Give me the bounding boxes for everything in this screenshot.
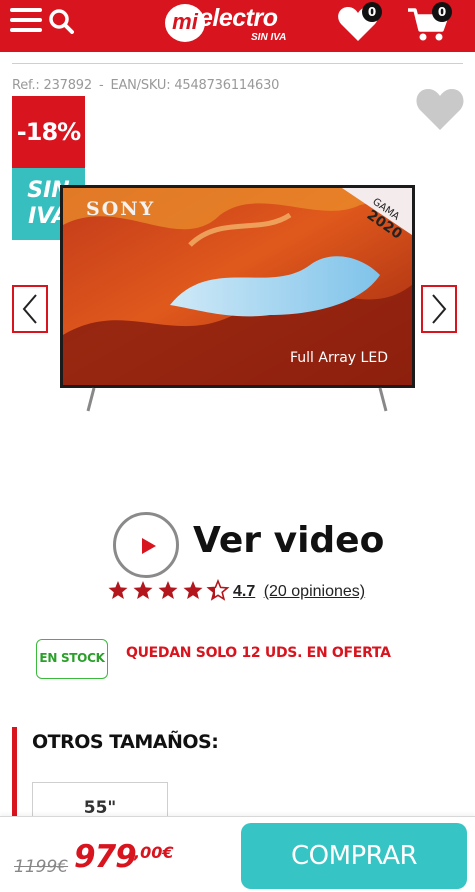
chevron-right-icon [432, 294, 447, 324]
rating-count-link[interactable]: (20 opiniones) [264, 583, 365, 600]
ref-code: Ref.: 237892 [12, 78, 92, 93]
product-reference: Ref.: 237892- EAN/SKU: 4548736114630 [12, 78, 279, 93]
discount-badge: -18% [12, 96, 85, 168]
cart-count-badge: 0 [432, 2, 452, 22]
ean-code: EAN/SKU: 4548736114630 [110, 78, 280, 93]
video-label: Ver video [193, 520, 385, 561]
next-image-button[interactable] [421, 285, 457, 333]
current-price: 979 [74, 839, 137, 875]
search-icon[interactable] [48, 8, 74, 34]
current-price-decimals: ,00€ [134, 843, 174, 862]
logo-subtitle: SIN IVA [251, 32, 287, 43]
wishlist-count-badge: 0 [362, 2, 382, 22]
tv-feature-text: Full Array LED [290, 350, 388, 366]
top-header: mi electro SIN IVA 0 0 [0, 0, 475, 52]
star-icon [183, 581, 203, 599]
sizes-accent-bar [12, 727, 17, 827]
rating-value: 4.7 [233, 583, 256, 600]
logo-word: electro [199, 4, 278, 32]
chevron-left-icon [22, 294, 37, 324]
ref-separator: - [98, 78, 104, 93]
rating-stars [108, 578, 230, 601]
wishlist-button[interactable]: 0 [336, 2, 382, 44]
stock-badge: EN STOCK [36, 639, 108, 679]
video-button[interactable]: Ver video [113, 512, 384, 578]
star-icon [108, 581, 128, 599]
star-icon [133, 581, 153, 599]
divider [12, 63, 463, 64]
buy-button[interactable]: COMPRAR [241, 823, 467, 889]
sizes-title: OTROS TAMAÑOS: [32, 731, 219, 753]
offer-text: QUEDAN SOLO 12 UDS. EN OFERTA [126, 645, 391, 661]
cart-button[interactable]: 0 [406, 2, 454, 44]
favorite-heart-icon[interactable] [414, 86, 466, 132]
play-icon [113, 512, 179, 578]
rating-text[interactable]: 4.7 (20 opiniones) [233, 583, 365, 601]
menu-icon[interactable] [10, 8, 42, 34]
site-logo[interactable]: mi electro SIN IVA [165, 2, 295, 46]
prev-image-button[interactable] [12, 285, 48, 333]
tv-brand-text: SONY [86, 198, 155, 220]
product-image[interactable]: SONY GAMA 2020 Full Array LED [60, 185, 415, 415]
product-rating[interactable]: 4.7 (20 opiniones) [106, 578, 386, 604]
star-icon [158, 581, 178, 599]
old-price: 1199€ [14, 857, 69, 877]
